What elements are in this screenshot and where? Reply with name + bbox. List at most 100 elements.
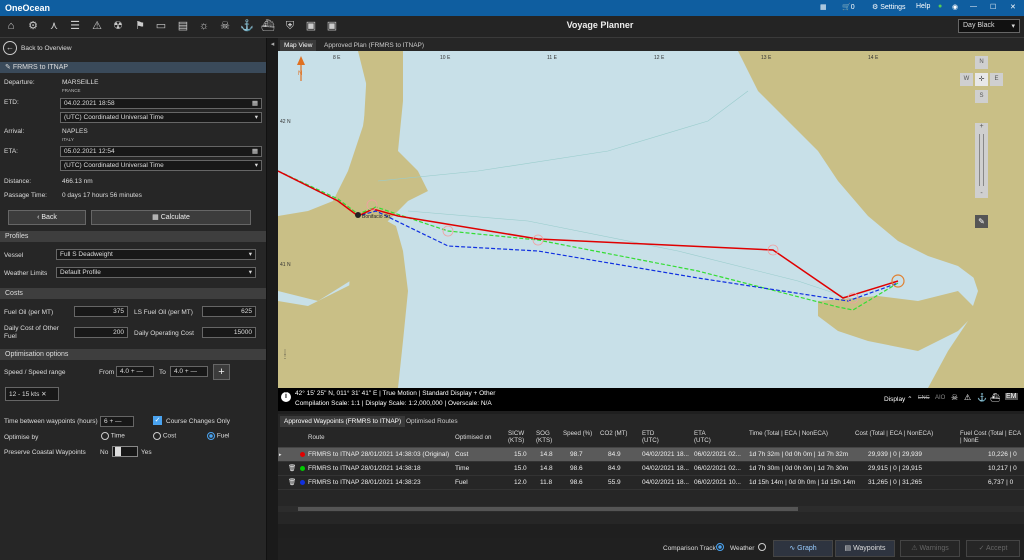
recenter-icon[interactable]: ✛: [975, 73, 988, 86]
to-stepper[interactable]: 4.0 + —: [170, 366, 208, 377]
gear-icon[interactable]: ⚙: [26, 19, 40, 33]
display-mode-select[interactable]: Day Black ▾: [958, 19, 1020, 33]
folder-icon[interactable]: ▤: [176, 19, 190, 33]
compass-icon[interactable]: ⋏: [47, 19, 61, 33]
settings-button[interactable]: ⚙ Settings: [872, 3, 906, 11]
daily-other-input[interactable]: 200: [74, 327, 128, 338]
table-row[interactable]: 🗑 FRMRS to ITNAP 28/01/2021 14:38:18 Tim…: [278, 462, 1024, 476]
aio-toggle[interactable]: AIO: [935, 395, 945, 401]
close-icon[interactable]: ✕: [41, 391, 46, 398]
compass-north-button[interactable]: N: [975, 56, 988, 69]
zoom-out-icon[interactable]: -: [975, 190, 988, 197]
grid-icon[interactable]: ▦: [820, 3, 827, 11]
compass-south-button[interactable]: S: [975, 90, 988, 103]
table-row[interactable]: 🗑 FRMRS to ITNAP 28/01/2021 14:38:23 Fue…: [278, 476, 1024, 490]
col-eta[interactable]: ETA (UTC): [694, 430, 722, 444]
col-sog[interactable]: SOG (KTS): [536, 430, 564, 444]
speed-range-chip[interactable]: 12 - 15 kts ✕: [5, 387, 59, 401]
hazard-icon[interactable]: ☢: [111, 19, 125, 33]
optimise-fuel-radio[interactable]: Fuel: [207, 432, 229, 440]
etd-field[interactable]: 04.02.2021 18:58 ▦: [60, 98, 262, 109]
maximize-button[interactable]: ☐: [990, 3, 996, 11]
tab-approved-plan[interactable]: Approved Plan (FRMRS to ITNAP): [320, 40, 428, 51]
col-time[interactable]: Time (Total | ECA | NonECA): [749, 430, 849, 437]
info-icon[interactable]: i: [281, 392, 291, 402]
col-fuel-cost[interactable]: Fuel Cost (Total | ECA | NonE: [960, 430, 1022, 444]
col-sicw[interactable]: SICW (KTS): [508, 430, 536, 444]
comparison-track-radio[interactable]: [716, 543, 724, 551]
home-icon[interactable]: ⌂: [4, 19, 18, 33]
vessel-select[interactable]: Full S Deadweight ▾: [56, 249, 256, 260]
display-toggle[interactable]: Display ⌃: [884, 395, 913, 403]
ship-icon[interactable]: ⛴: [261, 19, 275, 33]
col-cost[interactable]: Cost (Total | ECA | NonECA): [855, 430, 955, 437]
add-range-button[interactable]: +: [213, 364, 230, 380]
list-icon[interactable]: ☰: [68, 19, 82, 33]
optimise-cost-radio[interactable]: Cost: [153, 432, 176, 440]
graph-button[interactable]: ∿ Graph: [773, 540, 833, 557]
em-icon[interactable]: EM: [1005, 393, 1018, 400]
trash-icon[interactable]: 🗑: [288, 462, 296, 476]
drag-handle-icon[interactable]: ⋮ ⋮: [282, 350, 288, 371]
ship-icon[interactable]: ⛴: [990, 393, 1000, 402]
tab-optimised-routes[interactable]: Optimised Routes: [402, 416, 462, 427]
skull-icon[interactable]: ☠: [218, 19, 232, 33]
horizontal-scrollbar[interactable]: [278, 506, 1024, 512]
col-speed[interactable]: Speed (%): [563, 430, 593, 437]
col-route[interactable]: Route: [308, 434, 325, 441]
anchor-icon[interactable]: ⚓: [977, 393, 987, 402]
eta-timezone-select[interactable]: (UTC) Coordinated Universal Time ▾: [60, 160, 262, 171]
tab-map-view[interactable]: Map View: [280, 40, 317, 51]
sun-icon[interactable]: ☼: [197, 19, 211, 33]
eta-field[interactable]: 05.02.2021 12:54 ▦: [60, 146, 262, 157]
zoom-slider[interactable]: + -: [975, 123, 988, 198]
zoom-in-icon[interactable]: +: [975, 123, 988, 130]
chart-map[interactable]: 8 E 10 E 11 E 12 E 13 E 14 E 42 N 41 N N…: [278, 51, 1024, 388]
edit-pencil-icon[interactable]: ✎: [975, 215, 988, 228]
anchor-icon[interactable]: ⚓: [240, 19, 254, 33]
calculate-button[interactable]: ▦ Calculate: [91, 210, 251, 225]
warnings-button[interactable]: ⚠ Warnings: [900, 540, 960, 557]
back-to-overview-link[interactable]: Back to Overview: [21, 45, 72, 52]
close-button[interactable]: ✕: [1010, 3, 1016, 11]
tab-approved-waypoints[interactable]: Approved Waypoints (FRMRS to ITNAP): [280, 416, 406, 427]
help-button[interactable]: Help: [916, 3, 930, 10]
from-stepper[interactable]: 4.0 + —: [116, 366, 154, 377]
weather-radio[interactable]: [758, 543, 766, 551]
course-changes-checkbox[interactable]: ✓: [153, 416, 162, 425]
minus-icon[interactable]: —: [115, 418, 122, 425]
compass-west-button[interactable]: W: [960, 73, 973, 86]
ls-fuel-oil-input[interactable]: 625: [202, 306, 256, 317]
col-etd[interactable]: ETD (UTC): [642, 430, 670, 444]
back-button[interactable]: ‹ Back: [8, 210, 86, 225]
minus-icon[interactable]: —: [190, 368, 197, 375]
book-icon[interactable]: ▭: [154, 19, 168, 33]
flag-icon[interactable]: ⚑: [133, 19, 147, 33]
minus-icon[interactable]: —: [136, 368, 143, 375]
waypoints-button[interactable]: ▤ Waypoints: [835, 540, 895, 557]
plus-icon[interactable]: +: [109, 418, 113, 425]
table-row[interactable]: ▸ FRMRS to ITNAP 28/01/2021 14:38:03 (Or…: [278, 448, 1024, 462]
compass-east-button[interactable]: E: [990, 73, 1003, 86]
preserve-coastal-toggle[interactable]: [112, 446, 138, 457]
back-arrow-icon[interactable]: ←: [3, 41, 17, 55]
time-between-stepper[interactable]: 6 + —: [100, 416, 134, 427]
plus-icon[interactable]: +: [185, 368, 189, 375]
col-co2[interactable]: CO2 (MT): [600, 430, 628, 437]
daily-op-input[interactable]: 15000: [202, 327, 256, 338]
enc-toggle[interactable]: ENC: [918, 395, 930, 401]
doc-icon[interactable]: ▣: [304, 19, 318, 33]
skull-icon[interactable]: ☠: [951, 393, 958, 402]
calendar-icon[interactable]: ▦: [252, 148, 258, 156]
shield-icon[interactable]: ⛨: [283, 19, 297, 33]
plus-icon[interactable]: +: [131, 368, 135, 375]
minimize-button[interactable]: —: [970, 3, 977, 10]
col-optimised-on[interactable]: Optimised on: [455, 434, 491, 441]
weather-limits-select[interactable]: Default Profile ▾: [56, 267, 256, 278]
warning-icon[interactable]: ⚠: [964, 393, 971, 402]
warning-icon[interactable]: ⚠: [90, 19, 104, 33]
fuel-oil-input[interactable]: 375: [74, 306, 128, 317]
optimise-time-radio[interactable]: Time: [101, 432, 125, 440]
cart-icon[interactable]: 🛒0: [842, 3, 855, 11]
trash-icon[interactable]: 🗑: [288, 476, 296, 490]
